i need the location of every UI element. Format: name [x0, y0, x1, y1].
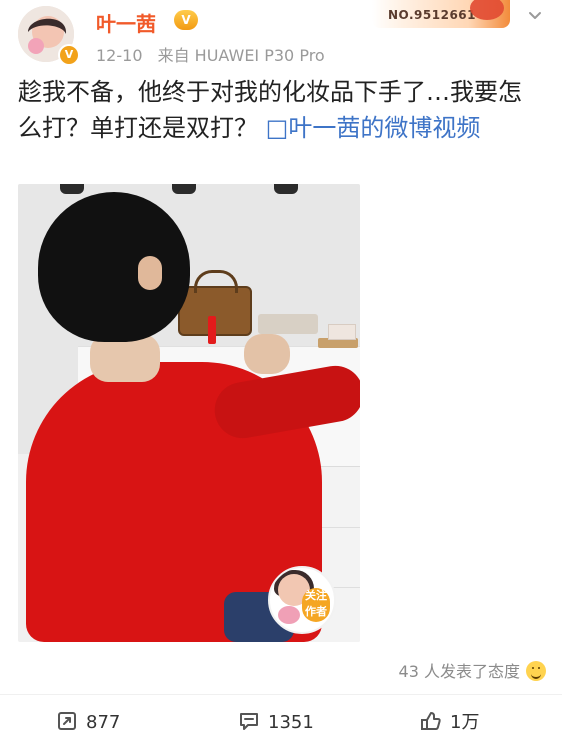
post-source: 来自 HUAWEI P30 Pro — [157, 46, 325, 65]
wall-hook-icon — [274, 184, 298, 194]
child-hand — [244, 334, 290, 374]
chevron-down-icon[interactable] — [526, 6, 544, 24]
footer-divider — [0, 694, 562, 695]
child-head — [38, 192, 190, 342]
repost-button[interactable]: 877 — [56, 706, 120, 740]
follow-author-badge[interactable]: 关注 作者 — [268, 566, 336, 634]
laughing-emoji-icon — [526, 661, 546, 681]
like-count: 1万 — [450, 712, 480, 733]
follow-author-label: 关注 作者 — [302, 588, 330, 622]
verified-badge-icon: V — [58, 44, 80, 66]
post-header: V 叶一茜 V 12-10 来自 HUAWEI P30 Pro NO.95126… — [0, 0, 562, 68]
wall-hook-icon — [172, 184, 196, 194]
wall-hook-icon — [60, 184, 84, 194]
post-date: 12-10 — [96, 46, 143, 65]
makeup-box — [258, 314, 318, 334]
comment-count: 1351 — [268, 712, 314, 733]
repost-count: 877 — [86, 712, 121, 733]
fan-number: NO.9512661 — [388, 8, 476, 22]
video-link-icon: □ — [265, 114, 289, 142]
reactions-text: 43 人发表了态度 — [398, 662, 520, 681]
repost-icon — [58, 712, 76, 730]
comment-button[interactable]: 1351 — [238, 706, 314, 740]
comment-icon — [240, 713, 258, 730]
flower-icon — [278, 606, 300, 624]
reactions-summary[interactable]: 43 人发表了态度 — [372, 658, 546, 682]
child-ear — [138, 256, 162, 290]
post-meta: 12-10 来自 HUAWEI P30 Pro — [96, 42, 325, 66]
makeup-box — [328, 324, 356, 340]
fan-number-card[interactable]: NO.9512661 — [372, 0, 510, 28]
vip-badge-icon: V — [174, 10, 198, 30]
video-thumbnail[interactable]: 关注 作者 — [18, 184, 360, 642]
post-content: 趁我不备，他终于对我的化妆品下手了…我要怎么打？单打还是双打？ □叶一茜的微博视… — [18, 74, 544, 146]
like-button[interactable]: 1万 — [420, 706, 479, 740]
fan-card-decoration-icon — [470, 0, 504, 20]
video-link[interactable]: 叶一茜的微博视频 — [288, 114, 480, 142]
lipstick — [208, 316, 216, 344]
like-icon — [421, 712, 441, 730]
username[interactable]: 叶一茜 — [96, 8, 156, 37]
